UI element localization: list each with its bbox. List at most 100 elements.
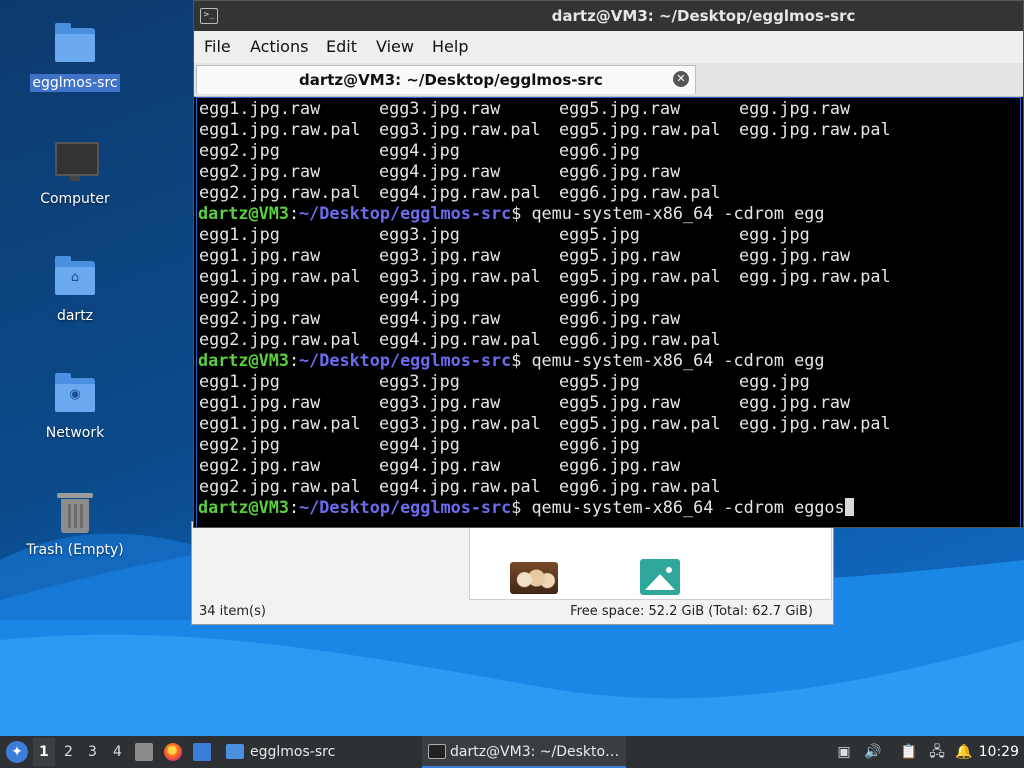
desktop-icon-label: Computer [40,191,110,207]
file-name: egg2.jpg [199,287,280,307]
close-tab-icon[interactable]: ✕ [673,71,689,87]
file-name: egg1.jpg.raw.pal [199,266,361,286]
folder-icon [226,744,244,759]
file-name: egg4.jpg.raw [379,161,501,181]
terminal-output[interactable]: egg1.jpg.raw egg3.jpg.raw egg5.jpg.raw egg.… [196,97,1021,527]
status-bar: 34 item(s) Free space: 52.2 GiB (Total: … [192,600,833,624]
trash-icon [52,489,98,535]
free-space: Free space: 52.2 GiB (Total: 62.7 GiB) [570,604,813,619]
workspace-3[interactable]: 3 [88,744,97,760]
file-name: egg5.jpg.raw.pal [559,413,721,433]
prompt-separator: : [288,497,300,517]
menu-help[interactable]: Help [432,37,468,56]
file-name: egg1.jpg.raw [199,392,321,412]
file-name: egg1.jpg [199,224,280,244]
task-label: dartz@VM3: ~/Deskto… [450,744,620,760]
file-manager-icon[interactable] [135,743,153,761]
file-name: egg2.jpg [199,140,280,160]
desktop-icon-label: dartz [56,308,94,324]
task-egglmos-src[interactable]: egglmos-src [226,736,396,768]
task-label: egglmos-src [250,744,336,760]
file-name: egg6.jpg.raw.pal [559,476,721,496]
window-titlebar[interactable]: >_ dartz@VM3: ~/Desktop/egglmos-src [194,1,1023,31]
file-name: egg4.jpg [379,287,460,307]
menu-view[interactable]: View [376,37,414,56]
workspace-2[interactable]: 2 [64,744,73,760]
file-manager-window[interactable]: 34 item(s) Free space: 52.2 GiB (Total: … [191,521,834,625]
menu-edit[interactable]: Edit [326,37,357,56]
file-name: egg.jpg.raw [739,245,851,265]
desktop-icon-trash[interactable]: Trash (Empty) [20,489,130,559]
desktop-icon-dartz[interactable]: ⌂ dartz [20,255,130,325]
prompt-path: ~/Desktop/egglmos-src [299,203,512,223]
file-name: egg3.jpg.raw [379,98,501,118]
file-name: egg3.jpg.raw.pal [379,413,541,433]
file-name: egg2.jpg.raw.pal [199,182,361,202]
file-name: egg6.jpg [559,287,640,307]
command-text: qemu-system-x86_64 -cdrom egg [531,203,825,223]
terminal-prompt-line: dartz@VM3:~/Desktop/egglmos-src$ qemu-sy… [198,203,824,224]
prompt-separator: : [288,203,300,223]
file-name: egg6.jpg.raw [559,308,681,328]
prompt-symbol: $ [511,350,532,370]
terminal-tab[interactable]: dartz@VM3: ~/Desktop/egglmos-src ✕ [196,65,696,94]
desktop-icon-egglmos-src[interactable]: egglmos-src [20,22,130,92]
file-name: egg.jpg.raw.pal [739,266,891,286]
image-file-icon[interactable] [640,559,680,595]
file-view[interactable] [469,522,832,600]
file-name: egg4.jpg.raw.pal [379,476,541,496]
terminal-window[interactable]: >_ dartz@VM3: ~/Desktop/egglmos-src File… [193,0,1024,528]
image-thumbnail-eggs[interactable] [510,562,558,594]
workspace-1[interactable]: 1 [39,744,49,760]
desktop-icon-label: egglmos-src [30,74,120,92]
notification-icon[interactable]: 🔔 [955,743,973,761]
workspace-4[interactable]: 4 [113,744,122,760]
file-name: egg5.jpg [559,371,640,391]
file-name: egg3.jpg [379,224,460,244]
item-count: 34 item(s) [199,604,266,619]
file-name: egg2.jpg.raw [199,161,321,181]
file-name: egg1.jpg [199,371,280,391]
volume-icon[interactable]: 🔊 [864,743,882,761]
clipboard-icon[interactable]: 📋 [900,743,918,761]
file-name: egg2.jpg [199,434,280,454]
menu-file[interactable]: File [204,37,231,56]
prompt-path: ~/Desktop/egglmos-src [299,497,512,517]
tab-bar: dartz@VM3: ~/Desktop/egglmos-src ✕ [194,63,1023,97]
computer-icon [52,138,99,184]
task-terminal[interactable]: dartz@VM3: ~/Deskto… [422,736,626,768]
terminal-prompt-line: dartz@VM3:~/Desktop/egglmos-src$ qemu-sy… [198,497,854,518]
desktop-icon-computer[interactable]: Computer [20,138,130,208]
media-icon[interactable]: ▣ [835,743,853,761]
file-name: egg3.jpg.raw.pal [379,266,541,286]
start-menu-icon[interactable]: ✦ [6,741,28,763]
file-name: egg.jpg [739,224,810,244]
command-text: qemu-system-x86_64 -cdrom egg [531,350,825,370]
network-icon[interactable]: 🖧 [928,743,946,761]
network-folder-icon: ◉ [52,372,98,418]
firefox-icon[interactable] [164,743,182,761]
file-name: egg5.jpg.raw [559,245,681,265]
taskbar: ✦ 1 2 3 4 egglmos-src dartz@VM3: ~/Deskt… [0,736,1024,768]
file-name: egg6.jpg.raw.pal [559,182,721,202]
file-name: egg5.jpg.raw [559,98,681,118]
show-desktop-icon[interactable] [193,743,211,761]
file-name: egg4.jpg [379,140,460,160]
desktop-icon-network[interactable]: ◉ Network [20,372,130,442]
menu-actions[interactable]: Actions [250,37,308,56]
file-name: egg2.jpg.raw [199,308,321,328]
terminal-icon [428,744,446,759]
file-name: egg6.jpg [559,140,640,160]
folder-icon [52,22,98,68]
file-name: egg3.jpg.raw [379,392,501,412]
terminal-prompt-line: dartz@VM3:~/Desktop/egglmos-src$ qemu-sy… [198,350,824,371]
file-name: egg5.jpg.raw.pal [559,119,721,139]
file-name: egg.jpg [739,371,810,391]
file-name: egg4.jpg.raw [379,308,501,328]
file-name: egg5.jpg.raw.pal [559,266,721,286]
file-name: egg6.jpg.raw [559,455,681,475]
home-folder-icon: ⌂ [52,255,98,301]
file-name: egg1.jpg.raw.pal [199,119,361,139]
text-cursor [844,498,854,516]
file-name: egg4.jpg.raw.pal [379,182,541,202]
